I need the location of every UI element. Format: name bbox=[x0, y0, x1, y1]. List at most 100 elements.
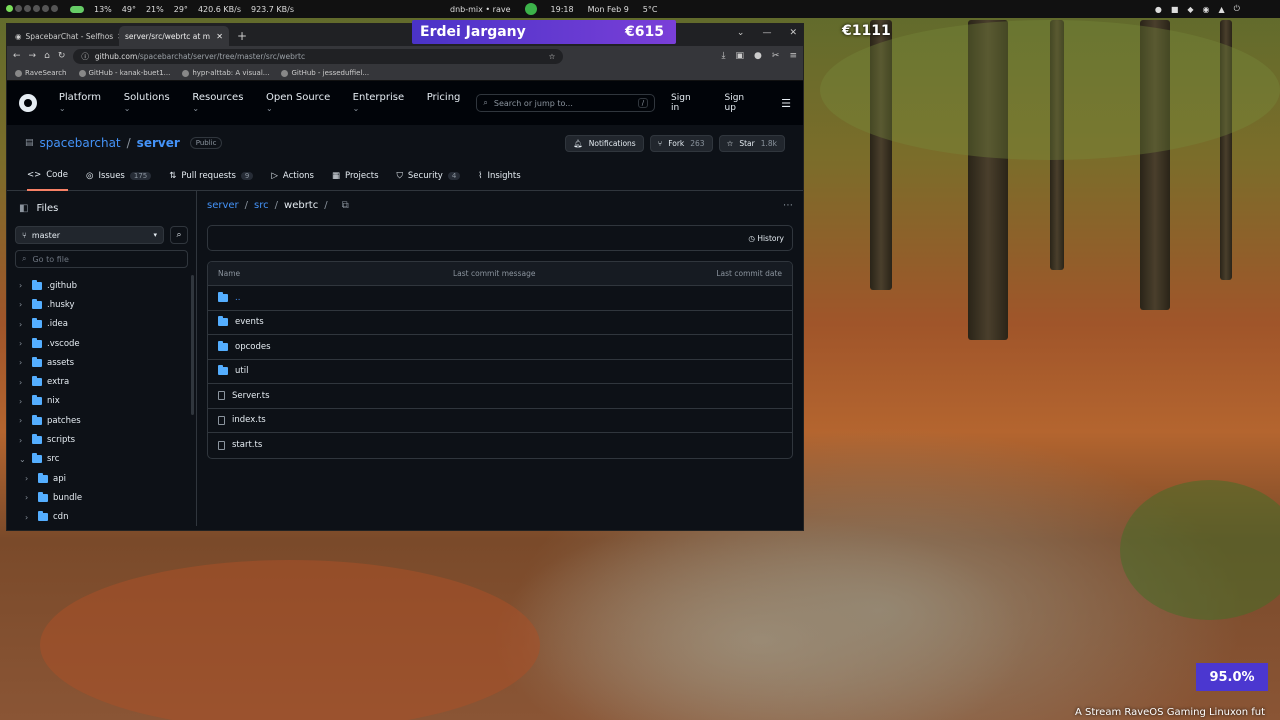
nav-pricing[interactable]: Pricing bbox=[427, 92, 461, 114]
chevron-right-icon[interactable]: › bbox=[19, 378, 27, 387]
file-row[interactable]: .. bbox=[208, 286, 792, 311]
nav-enterprise[interactable]: Enterprise bbox=[353, 92, 413, 114]
more-options-icon[interactable]: ⋯ bbox=[783, 200, 793, 211]
file-name-link[interactable]: events bbox=[235, 317, 264, 327]
sign-up-button[interactable]: Sign up bbox=[718, 90, 766, 116]
chevron-right-icon[interactable]: › bbox=[25, 513, 33, 522]
close-window-icon[interactable]: ✕ bbox=[789, 28, 797, 38]
download-icon[interactable]: ⤓ bbox=[722, 51, 726, 61]
tree-item[interactable]: › assets bbox=[15, 353, 188, 372]
file-name-link[interactable]: util bbox=[235, 366, 248, 376]
bookmark-item[interactable]: hypr-alttab: A visual... bbox=[182, 69, 269, 77]
go-to-file-input[interactable]: ⌕ Go to file bbox=[15, 250, 188, 268]
bookmark-star-icon[interactable]: ☆ bbox=[549, 52, 556, 61]
power-icon[interactable]: ⏻ bbox=[1234, 4, 1240, 14]
extension-icon[interactable]: ✂ bbox=[772, 51, 780, 61]
sidebar-collapse-icon[interactable]: ◧ bbox=[19, 203, 28, 214]
repo-name-link[interactable]: server bbox=[137, 136, 180, 150]
chevron-right-icon[interactable]: › bbox=[19, 436, 27, 445]
tree-item[interactable]: › nix bbox=[15, 392, 188, 411]
bookmark-item[interactable]: GitHub - jesseduffiel... bbox=[281, 69, 369, 77]
file-row[interactable]: Server.ts bbox=[208, 384, 792, 409]
tree-item[interactable]: › extra bbox=[15, 372, 188, 391]
tab-list-icon[interactable]: ⌄ bbox=[737, 28, 745, 38]
sign-in-link[interactable]: Sign in bbox=[671, 93, 701, 113]
site-info-icon[interactable]: ⓘ bbox=[81, 51, 89, 62]
file-row[interactable]: index.ts bbox=[208, 409, 792, 433]
tree-item[interactable]: › .idea bbox=[15, 315, 188, 334]
tree-item[interactable]: › patches bbox=[15, 411, 188, 430]
bookmark-item[interactable]: GitHub - kanak-buet1... bbox=[78, 69, 170, 77]
forward-icon[interactable]: → bbox=[29, 51, 37, 61]
tree-item[interactable]: › .vscode bbox=[15, 334, 188, 353]
branch-selector[interactable]: ⑂ master ▾ bbox=[15, 226, 164, 244]
url-input[interactable]: ⓘ github.com/spacebarchat/server/tree/ma… bbox=[73, 48, 564, 64]
tray-icon[interactable]: ▲ bbox=[1219, 5, 1225, 14]
chevron-right-icon[interactable]: › bbox=[19, 281, 27, 290]
reload-icon[interactable]: ↻ bbox=[58, 51, 66, 61]
file-row[interactable]: start.ts bbox=[208, 433, 792, 458]
browser-tab-active[interactable]: server/src/webrtc at m ✕ bbox=[119, 26, 229, 46]
bookmark-item[interactable]: RaveSearch bbox=[15, 69, 67, 77]
tree-item[interactable]: › cdn bbox=[15, 508, 188, 527]
crumb-server[interactable]: server bbox=[207, 200, 239, 211]
chevron-down-icon[interactable]: ⌄ bbox=[19, 455, 27, 464]
file-row[interactable]: util bbox=[208, 360, 792, 384]
extension-icon[interactable]: ● bbox=[754, 51, 762, 61]
tab-security[interactable]: ⛉ Security 4 bbox=[397, 161, 461, 191]
nav-platform[interactable]: Platform bbox=[59, 92, 110, 114]
crumb-src[interactable]: src bbox=[254, 200, 269, 211]
github-logo-icon[interactable] bbox=[19, 94, 37, 112]
notifications-button[interactable]: 🔔︎ Notifications bbox=[565, 134, 644, 152]
chevron-right-icon[interactable]: › bbox=[19, 300, 27, 309]
tab-actions[interactable]: ▷ Actions bbox=[271, 161, 314, 191]
tray-icon[interactable]: ◉ bbox=[1203, 5, 1210, 14]
search-input[interactable]: ⌕ Search or jump to... / bbox=[476, 94, 656, 112]
nav-resources[interactable]: Resources bbox=[192, 92, 252, 114]
tab-insights[interactable]: ⌇ Insights bbox=[478, 161, 520, 191]
file-name-link[interactable]: opcodes bbox=[235, 342, 271, 352]
file-name-link[interactable]: Server.ts bbox=[232, 391, 270, 401]
chevron-right-icon[interactable]: › bbox=[19, 339, 27, 348]
file-row[interactable]: events bbox=[208, 311, 792, 335]
back-icon[interactable]: ← bbox=[13, 51, 21, 61]
tray-icon[interactable]: ■ bbox=[1171, 5, 1179, 14]
home-icon[interactable]: ⌂ bbox=[44, 51, 50, 61]
nav-solutions[interactable]: Solutions bbox=[124, 92, 179, 114]
chevron-right-icon[interactable]: › bbox=[25, 474, 33, 483]
file-row[interactable]: opcodes bbox=[208, 335, 792, 360]
copy-path-icon[interactable]: ⧉ bbox=[342, 200, 349, 211]
menu-icon[interactable]: ≡ bbox=[789, 51, 797, 61]
play-icon[interactable] bbox=[524, 3, 537, 15]
tray-icon[interactable]: ● bbox=[1155, 5, 1162, 14]
tab-issues[interactable]: ◎ Issues 175 bbox=[86, 161, 152, 191]
chevron-right-icon[interactable]: › bbox=[19, 358, 27, 367]
tree-item[interactable]: › api bbox=[15, 469, 188, 488]
tab-pull-requests[interactable]: ⇅ Pull requests 9 bbox=[169, 161, 254, 191]
new-tab-icon[interactable]: + bbox=[229, 29, 255, 46]
chevron-right-icon[interactable]: › bbox=[19, 320, 27, 329]
chevron-right-icon[interactable]: › bbox=[19, 416, 27, 425]
file-name-link[interactable]: .. bbox=[235, 293, 240, 303]
tab-code[interactable]: <> Code bbox=[27, 161, 69, 191]
tab-projects[interactable]: ▦ Projects bbox=[332, 161, 379, 191]
search-files-button[interactable]: ⌕ bbox=[170, 226, 188, 244]
fork-button[interactable]: ⑂ Fork 263 bbox=[649, 134, 713, 152]
hamburger-menu-icon[interactable]: ☰ bbox=[781, 97, 791, 110]
media-title[interactable]: dnb-mix • rave bbox=[450, 5, 511, 14]
tray-icon[interactable]: ◆ bbox=[1187, 5, 1193, 14]
tree-item[interactable]: › scripts bbox=[15, 430, 188, 449]
tree-item[interactable]: › .github bbox=[15, 276, 188, 295]
browser-tab[interactable]: ◉ SpacebarChat - Selfhos ✕ bbox=[9, 26, 119, 46]
close-tab-icon[interactable]: ✕ bbox=[216, 32, 223, 41]
extension-icon[interactable]: ▣ bbox=[736, 51, 745, 61]
repo-owner-link[interactable]: spacebarchat bbox=[40, 136, 121, 150]
sidebar-scrollbar[interactable] bbox=[191, 275, 194, 415]
tree-item[interactable]: ⌄ src bbox=[15, 450, 188, 469]
file-name-link[interactable]: start.ts bbox=[232, 440, 262, 450]
star-button[interactable]: ☆ Star 1.8k bbox=[718, 134, 785, 152]
nav-open-source[interactable]: Open Source bbox=[266, 92, 339, 114]
minimize-icon[interactable]: — bbox=[762, 28, 771, 38]
file-name-link[interactable]: index.ts bbox=[232, 415, 266, 425]
history-button[interactable]: ◷ History bbox=[748, 234, 784, 243]
